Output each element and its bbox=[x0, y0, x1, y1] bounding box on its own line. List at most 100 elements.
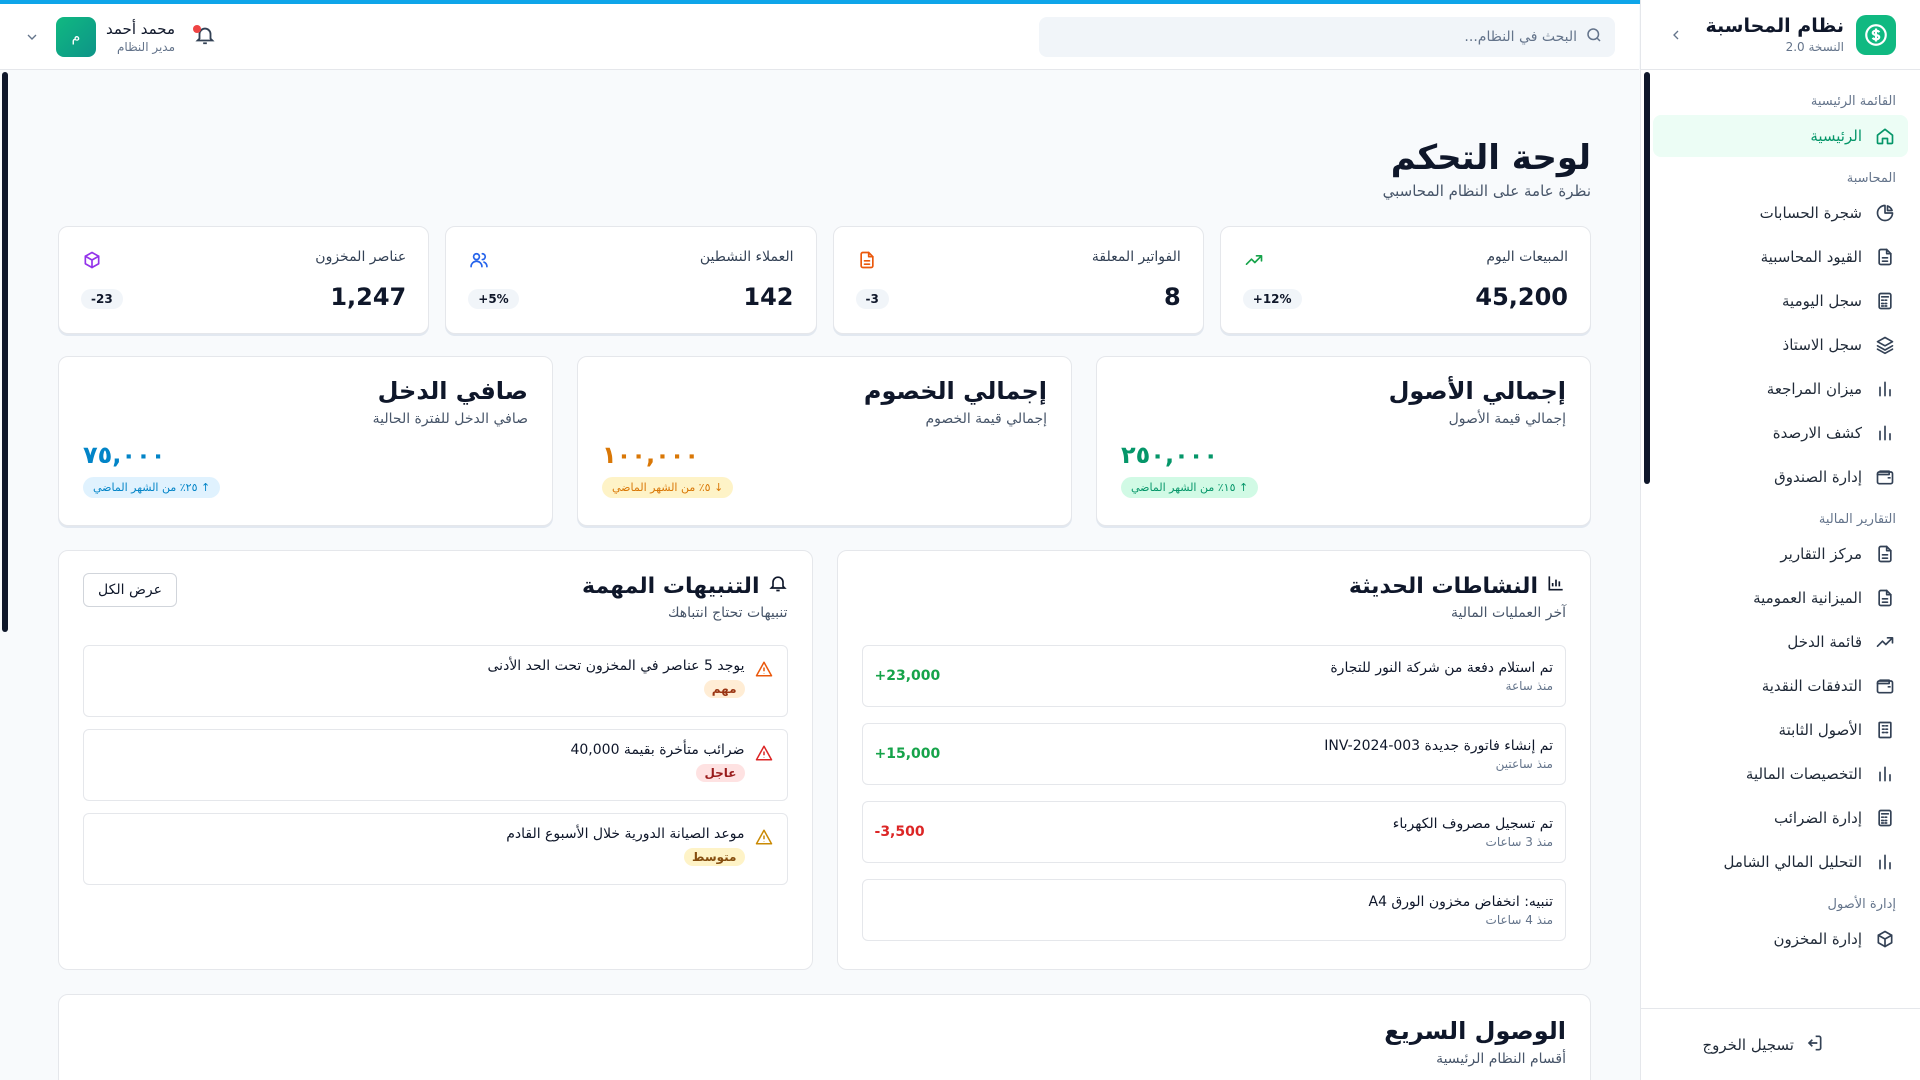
main-content: لوحة التحكم نظرة عامة على النظام المحاسب… bbox=[10, 70, 1639, 1080]
stat-value: 8 bbox=[1164, 283, 1181, 311]
sidebar-item[interactable]: التحليل المالي الشامل bbox=[1653, 841, 1908, 883]
alert-item[interactable]: يوجد 5 عناصر في المخزون تحت الحد الأدنى م… bbox=[83, 645, 788, 717]
calculator-icon bbox=[1874, 290, 1896, 312]
activity-title: تنبيه: انخفاض مخزون الورق A4 bbox=[1368, 893, 1554, 910]
summary-card[interactable]: إجمالي الأصول إجمالي قيمة الأصول ٢٥٠,٠٠٠ ↑ … bbox=[1096, 356, 1591, 526]
stat-header: عناصر المخزون bbox=[81, 249, 406, 271]
bar-chart-icon bbox=[1874, 422, 1896, 444]
page-title: لوحة التحكم bbox=[1390, 138, 1591, 178]
sidebar-item[interactable]: التخصيصات المالية bbox=[1653, 753, 1908, 795]
logout-button[interactable]: تسجيل الخروج bbox=[1641, 1008, 1920, 1080]
search-input[interactable] bbox=[1051, 28, 1577, 45]
stat-card[interactable]: الفواتير المعلقة 8 3- bbox=[832, 226, 1204, 334]
logout-icon bbox=[1804, 1033, 1824, 1057]
page-subtitle: نظرة عامة على النظام المحاسبي bbox=[1382, 182, 1591, 200]
activity-chart-icon bbox=[1546, 573, 1566, 599]
summary-card[interactable]: إجمالي الخصوم إجمالي قيمة الخصوم ١٠٠,٠٠٠ ↓ … bbox=[577, 356, 1072, 526]
quick-access-title: الوصول السريع bbox=[1384, 1017, 1566, 1045]
activity-item[interactable]: تم تسجيل مصروف الكهرباء منذ 3 ساعات 3,500- bbox=[861, 801, 1566, 863]
sidebar-item-label: سجل اليومية bbox=[1782, 292, 1862, 310]
activity-time: منذ 4 ساعات bbox=[1485, 912, 1553, 927]
logout-label: تسجيل الخروج bbox=[1702, 1035, 1794, 1054]
sidebar-item[interactable]: الأصول الثابتة bbox=[1653, 709, 1908, 751]
sidebar-item-label: الرئيسية bbox=[1810, 127, 1862, 145]
summary-value: ٢٥٠,٠٠٠ bbox=[1121, 441, 1219, 469]
activity-time: منذ ساعة bbox=[1505, 678, 1553, 693]
trending-up-icon bbox=[1243, 249, 1265, 271]
stat-card[interactable]: العملاء النشطين 142 5%+ bbox=[445, 226, 817, 334]
sidebar-item[interactable]: إدارة المخزون bbox=[1653, 918, 1908, 960]
stat-header: العملاء النشطين bbox=[468, 249, 794, 271]
alerts-title: التنبيهات المهمة bbox=[582, 573, 787, 599]
sidebar-item[interactable]: كشف الارصدة bbox=[1653, 412, 1908, 454]
sidebar-item[interactable]: سجل اليومية bbox=[1653, 280, 1908, 322]
warning-icon bbox=[755, 828, 773, 846]
sidebar-item[interactable]: الرئيسية bbox=[1653, 115, 1908, 157]
document-icon bbox=[1874, 587, 1896, 609]
stat-header: الفواتير المعلقة bbox=[856, 249, 1181, 271]
sidebar-item[interactable]: إدارة الضرائب bbox=[1653, 797, 1908, 839]
sidebar-item[interactable]: إدارة الصندوق bbox=[1653, 456, 1908, 498]
sidebar-item[interactable]: التدفقات النقدية bbox=[1653, 665, 1908, 707]
stat-card[interactable]: المبيعات اليوم 45,200 12%+ bbox=[1219, 226, 1591, 334]
alert-priority-tag: عاجل bbox=[696, 764, 745, 782]
chevron-left-icon[interactable] bbox=[1665, 24, 1687, 46]
sidebar-item[interactable]: ميزان المراجعة bbox=[1653, 368, 1908, 410]
quick-access-subtitle: أقسام النظام الرئيسية bbox=[1436, 1051, 1566, 1067]
alert-priority-tag: مهم bbox=[703, 680, 745, 698]
panels: النشاطات الحديثة آخر العمليات المالية تم… bbox=[58, 550, 1591, 970]
activity-item[interactable]: تم إنشاء فاتورة جديدة INV-2024-003 منذ سا… bbox=[861, 723, 1566, 785]
stat-label: عناصر المخزون bbox=[315, 249, 407, 265]
app-version: النسخة 2.0 bbox=[1785, 40, 1844, 54]
user-role: مدير النظام bbox=[116, 39, 176, 54]
stat-label: العملاء النشطين bbox=[699, 249, 794, 265]
stat-change-badge: 23- bbox=[81, 289, 123, 309]
layers-icon bbox=[1874, 334, 1896, 356]
document-icon bbox=[1874, 246, 1896, 268]
stat-label: المبيعات اليوم bbox=[1486, 249, 1568, 265]
summary-subtitle: إجمالي قيمة الأصول bbox=[1448, 411, 1566, 427]
app-title: نظام المحاسبة bbox=[1705, 15, 1845, 37]
user-name: محمد أحمد bbox=[106, 19, 176, 38]
package-icon bbox=[81, 249, 103, 271]
view-all-button[interactable]: عرض الكل bbox=[83, 573, 177, 607]
chevron-down-icon[interactable] bbox=[24, 29, 40, 45]
summary-value: ١٠٠,٠٠٠ bbox=[602, 441, 700, 469]
alert-item[interactable]: ضرائب متأخرة بقيمة 40,000 عاجل bbox=[83, 729, 788, 801]
stat-header: المبيعات اليوم bbox=[1243, 249, 1568, 271]
activity-item[interactable]: تنبيه: انخفاض مخزون الورق A4 منذ 4 ساعات bbox=[861, 879, 1566, 941]
stats-grid: المبيعات اليوم 45,200 12%+ الفواتير المعلقة… bbox=[58, 226, 1591, 334]
notification-dot bbox=[193, 24, 202, 33]
alert-text: موعد الصيانة الدورية خلال الأسبوع القادم bbox=[506, 826, 745, 842]
quick-access: الوصول السريع أقسام النظام الرئيسية bbox=[58, 994, 1591, 1080]
scrollbar[interactable] bbox=[2, 72, 8, 632]
sidebar-item[interactable]: شجرة الحسابات bbox=[1653, 192, 1908, 234]
pie-chart-icon bbox=[1874, 202, 1896, 224]
stat-change-badge: 5%+ bbox=[468, 289, 519, 309]
sidebar-item[interactable]: القيود المحاسبية bbox=[1653, 236, 1908, 278]
activity-amount: 23,000+ bbox=[874, 668, 941, 684]
sidebar-item[interactable]: الميزانية العمومية bbox=[1653, 577, 1908, 619]
activities-title-text: النشاطات الحديثة bbox=[1348, 573, 1538, 599]
user-menu[interactable]: محمد أحمد مدير النظام م bbox=[24, 16, 176, 57]
summary-subtitle: إجمالي قيمة الخصوم bbox=[925, 411, 1048, 427]
dollar-icon bbox=[1856, 14, 1896, 55]
activity-amount: 3,500- bbox=[874, 824, 925, 840]
sidebar-item-label: كشف الارصدة bbox=[1772, 424, 1862, 442]
document-icon bbox=[1874, 543, 1896, 565]
sidebar-item[interactable]: مركز التقارير bbox=[1653, 533, 1908, 575]
sidebar-item[interactable]: قائمة الدخل bbox=[1653, 621, 1908, 663]
search-box[interactable] bbox=[1039, 16, 1615, 57]
stat-card[interactable]: عناصر المخزون 1,247 23- bbox=[58, 226, 430, 334]
summary-change-pill: ↓ ٥٪ من الشهر الماضي bbox=[602, 477, 734, 498]
sidebar-scrollbar[interactable] bbox=[1644, 72, 1650, 484]
alert-item[interactable]: موعد الصيانة الدورية خلال الأسبوع القادم… bbox=[83, 813, 788, 885]
nav-section-title: القائمة الرئيسية bbox=[1810, 94, 1896, 109]
sidebar-item[interactable]: سجل الاستاذ bbox=[1653, 324, 1908, 366]
users-icon bbox=[468, 249, 490, 271]
notifications-button[interactable] bbox=[191, 23, 219, 51]
activity-list: تم استلام دفعة من شركة النور للتجارة منذ … bbox=[861, 645, 1566, 941]
activity-item[interactable]: تم استلام دفعة من شركة النور للتجارة منذ … bbox=[861, 645, 1566, 707]
summary-card[interactable]: صافي الدخل صافي الدخل للفترة الحالية ٧٥,٠٠… bbox=[58, 356, 553, 526]
panel-header: التنبيهات المهمة تنبيهات تحتاج انتباهك ع… bbox=[83, 573, 788, 621]
